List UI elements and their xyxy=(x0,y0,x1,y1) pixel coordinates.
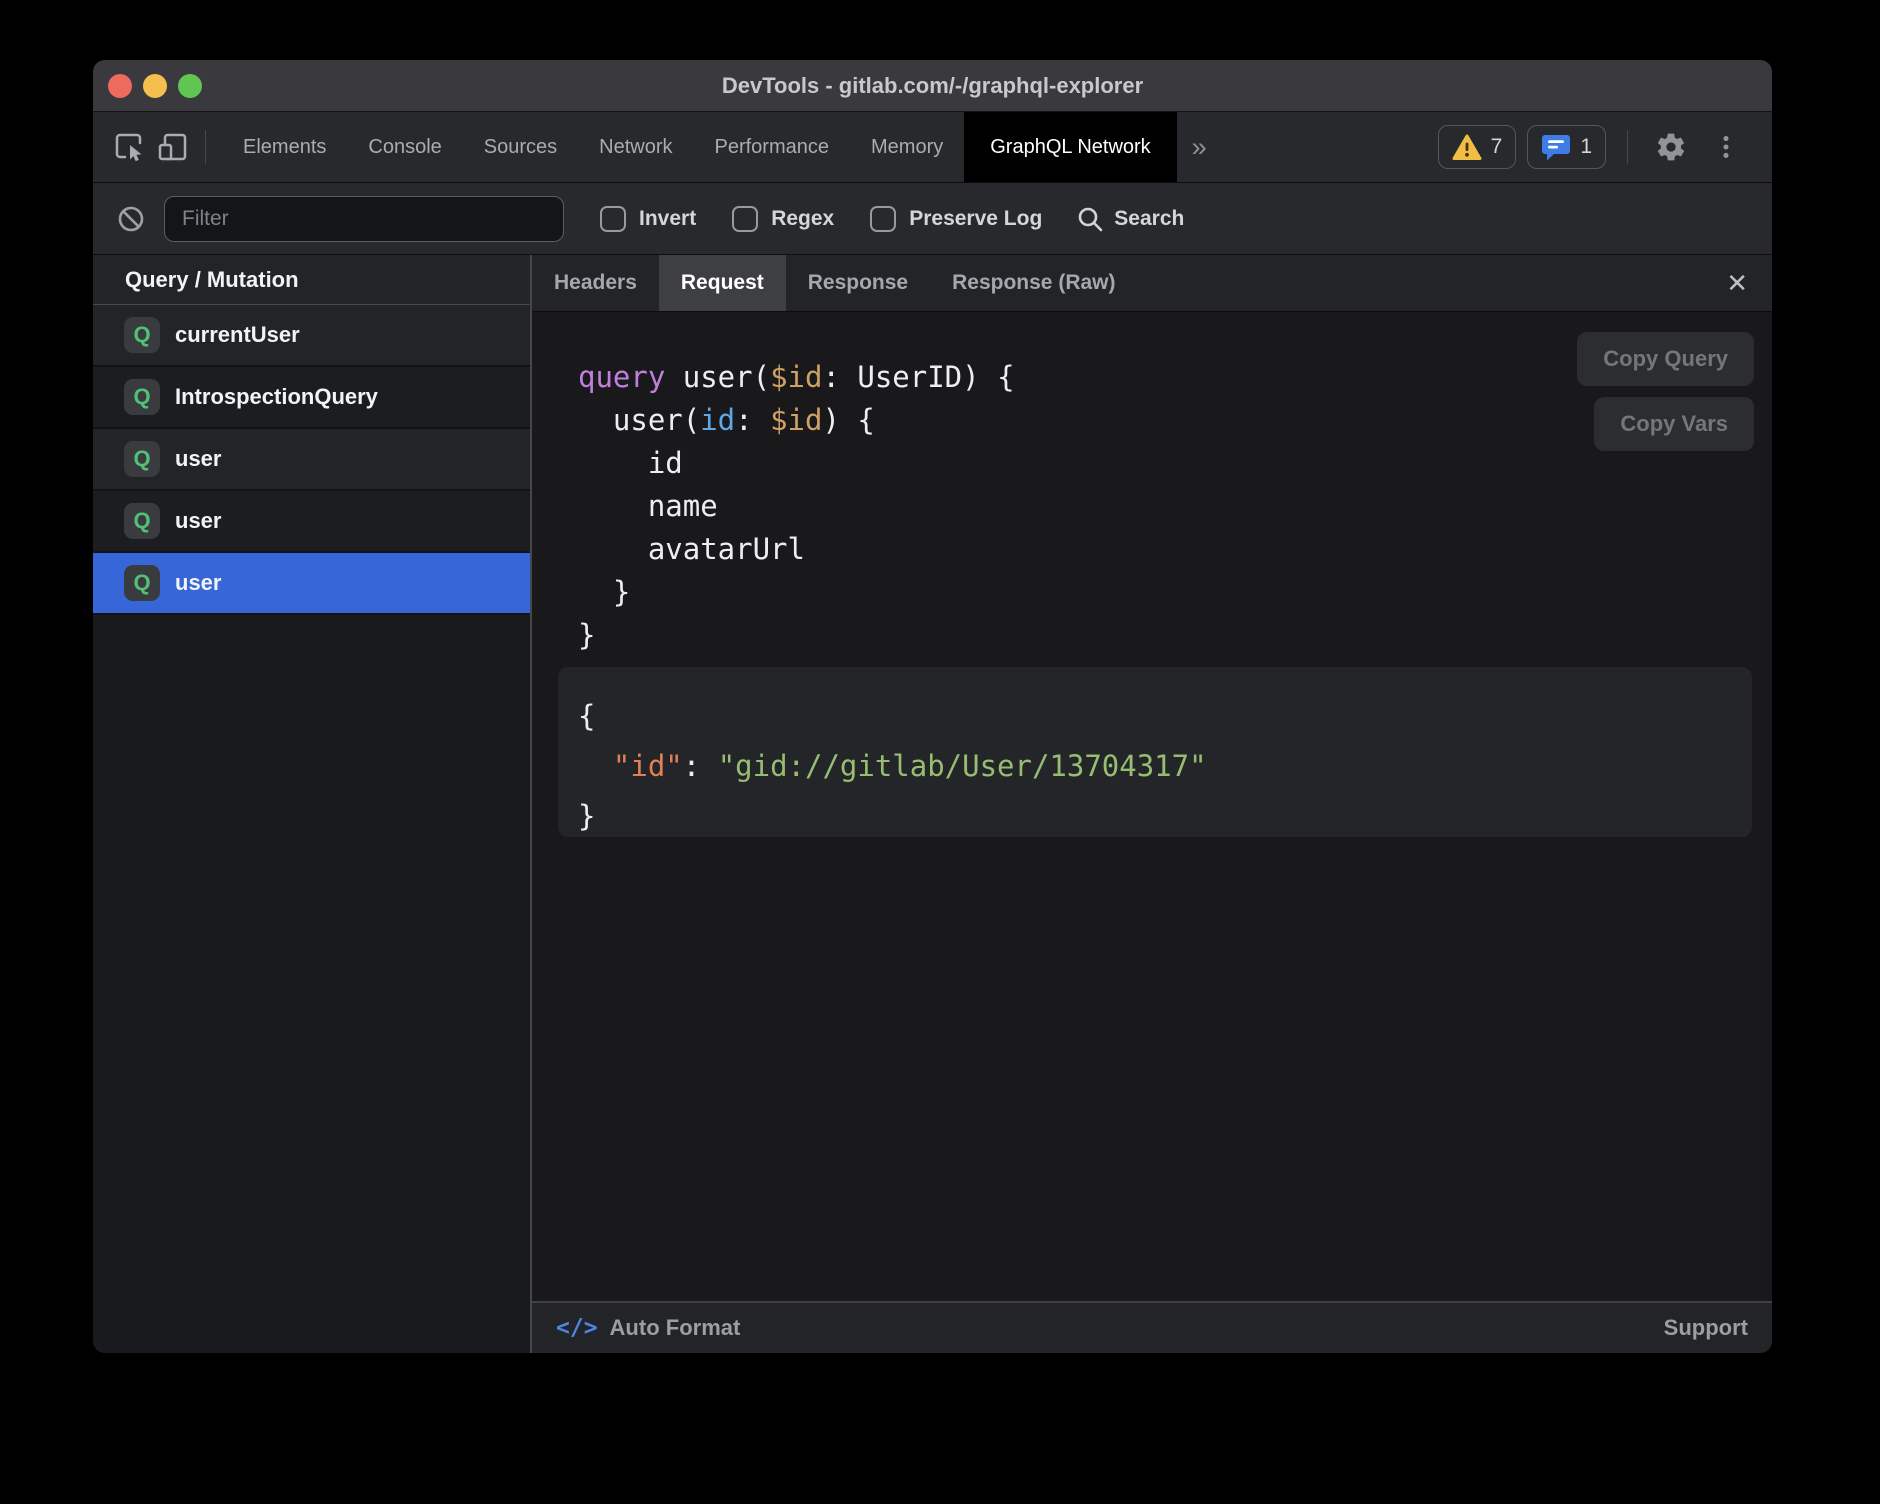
traffic-lights xyxy=(108,60,202,111)
code-line: id xyxy=(578,442,1772,485)
auto-format-label: Auto Format xyxy=(610,1315,741,1341)
clear-filter-icon[interactable] xyxy=(114,202,148,236)
toolbar-separator xyxy=(1627,130,1628,164)
invert-checkbox-label: Invert xyxy=(639,207,696,231)
query-item-user[interactable]: Quser xyxy=(93,491,530,553)
query-item-introspectionquery[interactable]: Q IntrospectionQuery xyxy=(93,367,530,429)
auto-format-button[interactable]: </> Auto Format xyxy=(556,1315,740,1341)
regex-checkbox-box xyxy=(732,206,758,232)
query-mutation-header: Query / Mutation xyxy=(93,255,530,305)
titlebar: DevTools - gitlab.com/-/graphql-explorer xyxy=(93,60,1772,112)
invert-checkbox-box xyxy=(600,206,626,232)
devtools-tab-network[interactable]: Network xyxy=(578,112,693,182)
devtools-tab-elements[interactable]: Elements xyxy=(222,112,347,182)
regex-checkbox-label: Regex xyxy=(771,207,834,231)
query-item-user[interactable]: Quser xyxy=(93,429,530,491)
filter-checkbox-group: Invert Regex Preserve Log xyxy=(564,206,1042,232)
query-item-currentuser[interactable]: QcurrentUser xyxy=(93,305,530,367)
code-line: } xyxy=(578,571,1772,614)
query-item-user-selected[interactable]: Quser xyxy=(93,553,530,615)
copy-query-button[interactable]: Copy Query xyxy=(1577,332,1754,386)
close-window-button[interactable] xyxy=(108,74,132,98)
query-list: QcurrentUserQIntrospectionQueryQuserQuse… xyxy=(93,305,530,615)
toolbar-right-group: 7 1 xyxy=(1438,125,1772,169)
preserve-log-checkbox-label: Preserve Log xyxy=(909,207,1042,231)
detail-pane: HeadersRequestResponseResponse (Raw) ✕ q… xyxy=(532,255,1772,1353)
query-type-badge: Q xyxy=(124,503,160,539)
query-variables-code: { "id": "gid://gitlab/User/13704317"} xyxy=(578,691,1752,841)
request-panel: query user($id: UserID) { user(id: $id) … xyxy=(532,312,1772,1301)
code-brackets-icon: </> xyxy=(556,1315,598,1341)
query-type-badge: Q xyxy=(124,441,160,477)
devtools-tab-graphql-network[interactable]: GraphQL Network xyxy=(964,112,1176,182)
devtools-panel-tabs: ElementsConsoleSourcesNetworkPerformance… xyxy=(222,112,1177,182)
copy-vars-button[interactable]: Copy Vars xyxy=(1594,397,1754,451)
code-line: user(id: $id) { xyxy=(578,399,1772,442)
query-type-badge: Q xyxy=(124,379,160,415)
support-link[interactable]: Support xyxy=(1664,1315,1748,1341)
inspect-element-icon[interactable] xyxy=(107,125,151,169)
chat-bubble-icon xyxy=(1541,133,1571,161)
detail-footer: </> Auto Format Support xyxy=(532,1301,1772,1353)
query-item-label: user xyxy=(175,446,221,472)
query-type-badge: Q xyxy=(124,565,160,601)
window-title: DevTools - gitlab.com/-/graphql-explorer xyxy=(93,73,1772,99)
warning-triangle-icon xyxy=(1452,134,1482,161)
query-item-label: currentUser xyxy=(175,322,300,348)
main-toolbar: ElementsConsoleSourcesNetworkPerformance… xyxy=(93,112,1772,183)
settings-gear-icon[interactable] xyxy=(1649,125,1693,169)
checkbox-regex[interactable]: Regex xyxy=(732,206,834,232)
checkbox-invert[interactable]: Invert xyxy=(600,206,696,232)
close-panel-icon[interactable]: ✕ xyxy=(1726,270,1748,296)
code-line: avatarUrl xyxy=(578,528,1772,571)
toolbar-separator xyxy=(205,130,206,164)
device-toolbar-icon[interactable] xyxy=(151,125,195,169)
code-line: { xyxy=(578,691,1752,741)
checkbox-preserve-log[interactable]: Preserve Log xyxy=(870,206,1042,232)
tab-response[interactable]: Response xyxy=(786,255,930,311)
detail-tabbar: HeadersRequestResponseResponse (Raw) ✕ xyxy=(532,255,1772,312)
devtools-tab-console[interactable]: Console xyxy=(347,112,462,182)
search-label: Search xyxy=(1114,207,1184,231)
query-item-label: user xyxy=(175,508,221,534)
tab-request[interactable]: Request xyxy=(659,255,786,311)
minimize-window-button[interactable] xyxy=(143,74,167,98)
more-tabs-button[interactable]: » xyxy=(1177,112,1222,182)
query-item-label: user xyxy=(175,570,221,596)
warnings-badge[interactable]: 7 xyxy=(1438,125,1517,169)
code-line: "id": "gid://gitlab/User/13704317" xyxy=(578,741,1752,791)
tab-headers[interactable]: Headers xyxy=(532,255,659,311)
detail-tabs: HeadersRequestResponseResponse (Raw) xyxy=(532,255,1138,311)
query-variables-box: { "id": "gid://gitlab/User/13704317"} xyxy=(558,667,1752,837)
filter-input[interactable] xyxy=(164,196,564,242)
search-button[interactable]: Search xyxy=(1076,205,1184,233)
kebab-menu-icon[interactable] xyxy=(1704,125,1748,169)
devtools-tab-memory[interactable]: Memory xyxy=(850,112,964,182)
code-line: name xyxy=(578,485,1772,528)
tab-response-raw[interactable]: Response (Raw) xyxy=(930,255,1137,311)
search-icon xyxy=(1076,205,1104,233)
message-count: 1 xyxy=(1580,135,1592,159)
query-sidebar: Query / Mutation QcurrentUserQIntrospect… xyxy=(93,255,532,1353)
code-line: } xyxy=(578,614,1772,657)
query-item-label: IntrospectionQuery xyxy=(175,384,378,410)
messages-badge[interactable]: 1 xyxy=(1527,125,1606,169)
devtools-window: DevTools - gitlab.com/-/graphql-explorer… xyxy=(93,60,1772,1353)
preserve-log-checkbox-box xyxy=(870,206,896,232)
content-area: Query / Mutation QcurrentUserQIntrospect… xyxy=(93,255,1772,1353)
devtools-tab-sources[interactable]: Sources xyxy=(463,112,578,182)
warning-count: 7 xyxy=(1491,135,1503,159)
code-line: } xyxy=(578,791,1752,841)
query-type-badge: Q xyxy=(124,317,160,353)
fullscreen-window-button[interactable] xyxy=(178,74,202,98)
filter-toolbar: Invert Regex Preserve Log Search xyxy=(93,183,1772,255)
devtools-tab-performance[interactable]: Performance xyxy=(694,112,851,182)
